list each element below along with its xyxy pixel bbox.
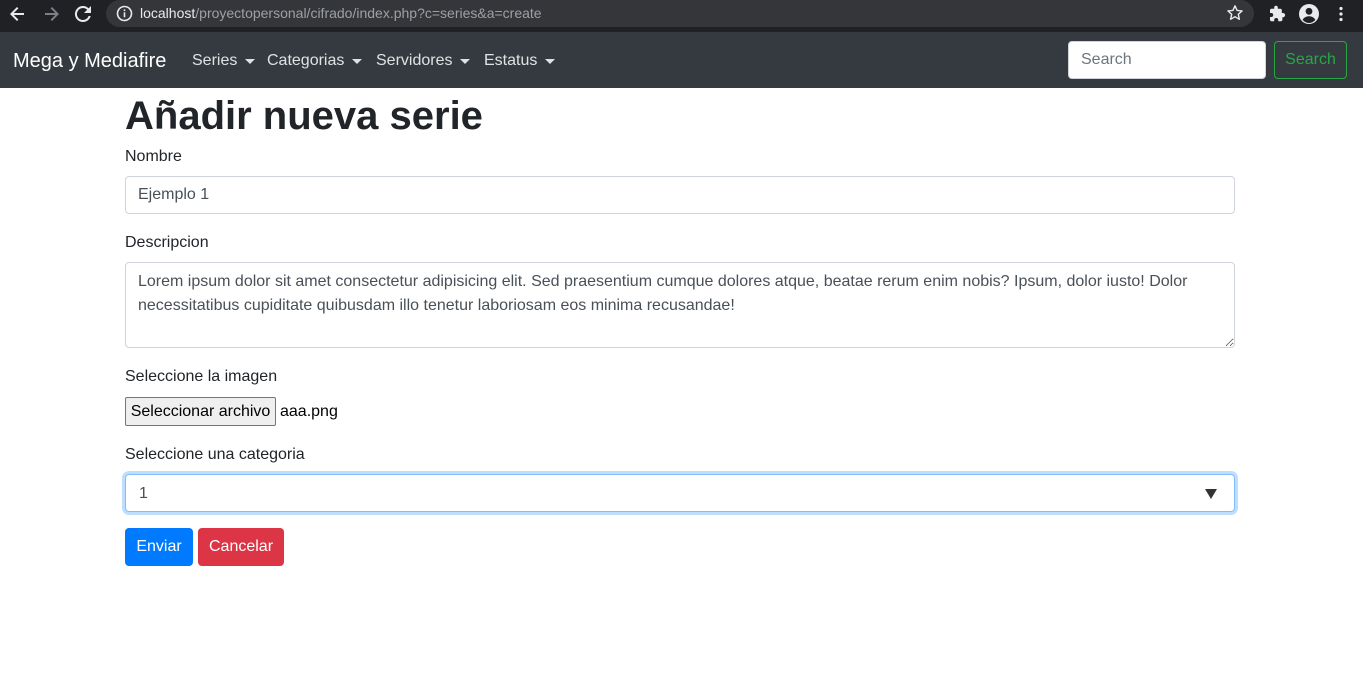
- url-text: localhost/proyectopersonal/cifrado/index…: [140, 5, 542, 22]
- address-bar[interactable]: localhost/proyectopersonal/cifrado/index…: [106, 0, 1254, 27]
- search-button[interactable]: Search: [1274, 41, 1347, 79]
- nombre-label: Nombre: [125, 148, 182, 165]
- caret-down-icon: [352, 59, 363, 64]
- file-name: aaa.png: [280, 403, 338, 420]
- nav-item-label: Estatus: [484, 52, 538, 69]
- nav-item-label: Servidores: [376, 52, 453, 69]
- descripcion-textarea[interactable]: Lorem ipsum dolor sit amet consectetur a…: [125, 262, 1235, 348]
- menu-dots-icon[interactable]: [1329, 2, 1353, 26]
- dropdown-arrow-icon: [1205, 489, 1217, 499]
- nav-item-label: Series: [192, 52, 238, 69]
- search-input[interactable]: [1068, 41, 1266, 79]
- navbar-brand[interactable]: Mega y Mediafire: [13, 49, 166, 73]
- url-host: localhost: [140, 5, 196, 21]
- star-icon[interactable]: [1226, 4, 1244, 22]
- forward-arrow-icon[interactable]: [37, 0, 65, 28]
- categoria-selected-value: 1: [139, 485, 148, 502]
- cancel-button[interactable]: Cancelar: [198, 528, 284, 566]
- nav-item-estatus[interactable]: Estatus: [484, 51, 556, 71]
- descripcion-label: Descripcion: [125, 234, 209, 251]
- caret-down-icon: [545, 59, 556, 64]
- info-icon[interactable]: [116, 5, 133, 22]
- submit-button[interactable]: Enviar: [125, 528, 193, 566]
- file-select-button[interactable]: Seleccionar archivo: [125, 397, 276, 426]
- back-arrow-icon[interactable]: [4, 0, 32, 28]
- extensions-icon[interactable]: [1265, 2, 1289, 26]
- nav-item-servidores[interactable]: Servidores: [376, 51, 471, 71]
- categoria-select[interactable]: 1: [125, 474, 1235, 512]
- nav-item-series[interactable]: Series: [192, 51, 256, 71]
- browser-toolbar: localhost/proyectopersonal/cifrado/index…: [0, 0, 1363, 32]
- reload-icon[interactable]: [69, 0, 97, 28]
- nombre-input[interactable]: [125, 176, 1235, 214]
- nav-item-categorias[interactable]: Categorias: [267, 51, 363, 71]
- caret-down-icon: [460, 59, 471, 64]
- categoria-label: Seleccione una categoria: [125, 446, 305, 463]
- url-path: /proyectopersonal/cifrado/index.php?c=se…: [195, 5, 542, 21]
- nav-item-label: Categorias: [267, 52, 345, 69]
- imagen-label: Seleccione la imagen: [125, 368, 278, 385]
- profile-icon[interactable]: [1297, 2, 1321, 26]
- caret-down-icon: [245, 59, 256, 64]
- page-title: Añadir nueva serie: [125, 94, 483, 138]
